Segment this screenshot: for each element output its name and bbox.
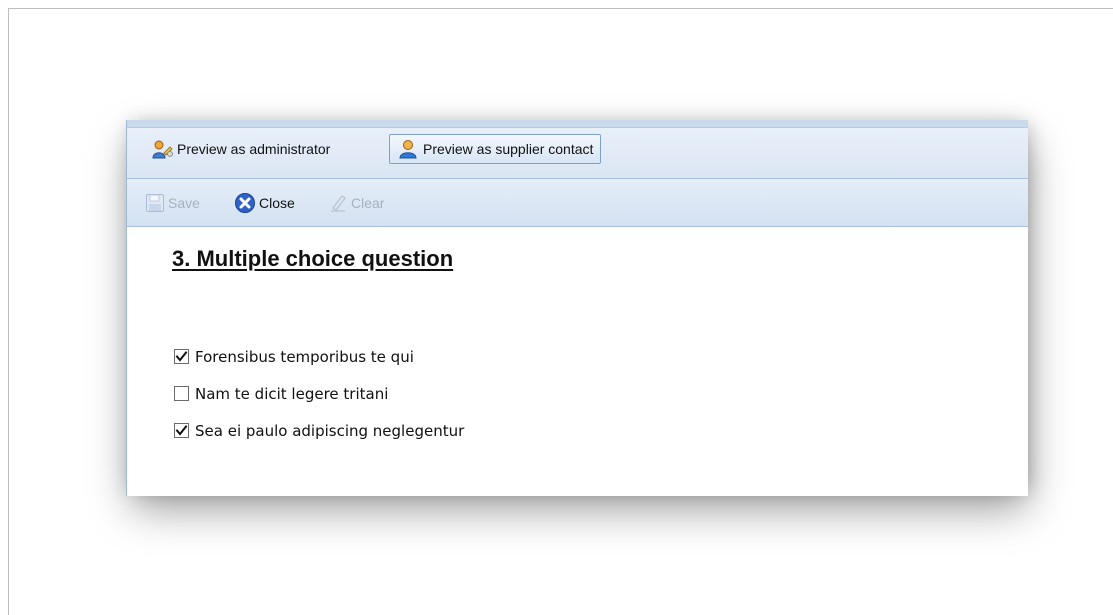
save-label: Save <box>168 195 200 211</box>
tab-label: Preview as supplier contact <box>423 141 594 157</box>
option-label: Sea ei paulo adipiscing neglegentur <box>195 421 465 440</box>
checkmark-icon <box>175 425 188 436</box>
preview-window: Preview as administrator Preview as supp… <box>126 120 1028 496</box>
tab-label: Preview as administrator <box>177 141 331 157</box>
option-checkbox[interactable] <box>174 386 189 401</box>
clear-label: Clear <box>351 195 385 211</box>
option-checkbox[interactable] <box>174 349 189 364</box>
tab-bar-top-strip <box>127 120 1028 128</box>
question-title: 3. Multiple choice question <box>172 246 454 271</box>
close-button[interactable]: Close <box>234 190 295 216</box>
eraser-icon <box>328 193 348 213</box>
option-row[interactable]: Nam te dicit legere tritani <box>174 375 464 412</box>
option-row[interactable]: Forensibus temporibus te qui <box>174 338 464 375</box>
tab-preview-as-administrator[interactable]: Preview as administrator <box>145 134 336 164</box>
option-label: Forensibus temporibus te qui <box>195 347 414 366</box>
option-row[interactable]: Sea ei paulo adipiscing neglegentur <box>174 412 464 449</box>
option-label: Nam te dicit legere tritani <box>195 384 389 403</box>
toolbar: Save Close Clear <box>127 179 1028 227</box>
clear-button[interactable]: Clear <box>328 190 384 216</box>
supplier-contact-icon <box>397 138 419 160</box>
checkmark-icon <box>175 351 188 362</box>
tab-preview-as-supplier-contact[interactable]: Preview as supplier contact <box>389 134 602 164</box>
preview-tab-bar: Preview as administrator Preview as supp… <box>127 120 1028 179</box>
save-button[interactable]: Save <box>145 190 200 216</box>
option-list: Forensibus temporibus te qui Nam te dici… <box>174 338 464 449</box>
save-disk-icon <box>145 193 165 213</box>
admin-user-icon <box>151 138 173 160</box>
option-checkbox[interactable] <box>174 423 189 438</box>
close-circle-icon <box>234 192 256 214</box>
question-content: 3. Multiple choice question Forensibus t… <box>127 227 1028 496</box>
close-label: Close <box>259 195 295 211</box>
